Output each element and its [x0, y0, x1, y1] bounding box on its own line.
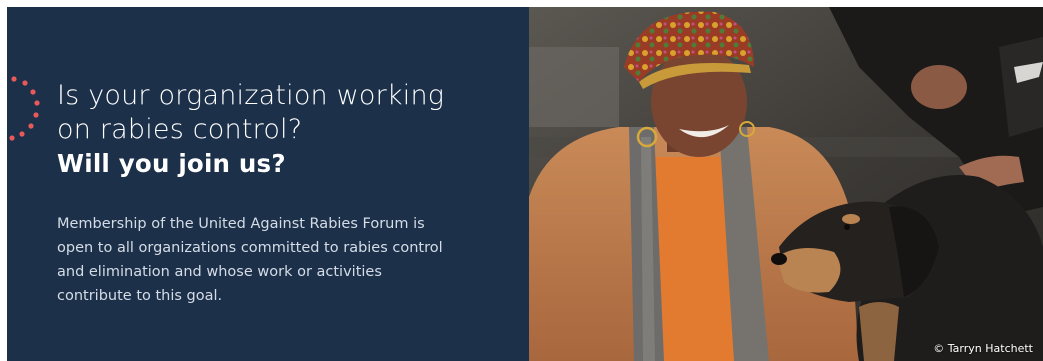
membership-description: Membership of the United Against Rabies … — [57, 216, 443, 304]
decorative-dots-icon — [9, 76, 40, 141]
text-panel: Is your organization working on rabies c… — [7, 7, 529, 361]
headline-line-1: Is your organization working — [57, 80, 445, 111]
headline-line-2: on rabies control? — [57, 114, 303, 145]
headline-call-to-action: Will you join us? — [57, 149, 286, 178]
membership-banner: Is your organization working on rabies c… — [7, 7, 1043, 361]
photo-panel: © Tarryn Hatchett — [529, 7, 1043, 361]
photo-credit: © Tarryn Hatchett — [933, 342, 1033, 355]
woman-with-dog-photo — [529, 7, 1043, 361]
headline: Is your organization working on rabies c… — [57, 79, 444, 181]
